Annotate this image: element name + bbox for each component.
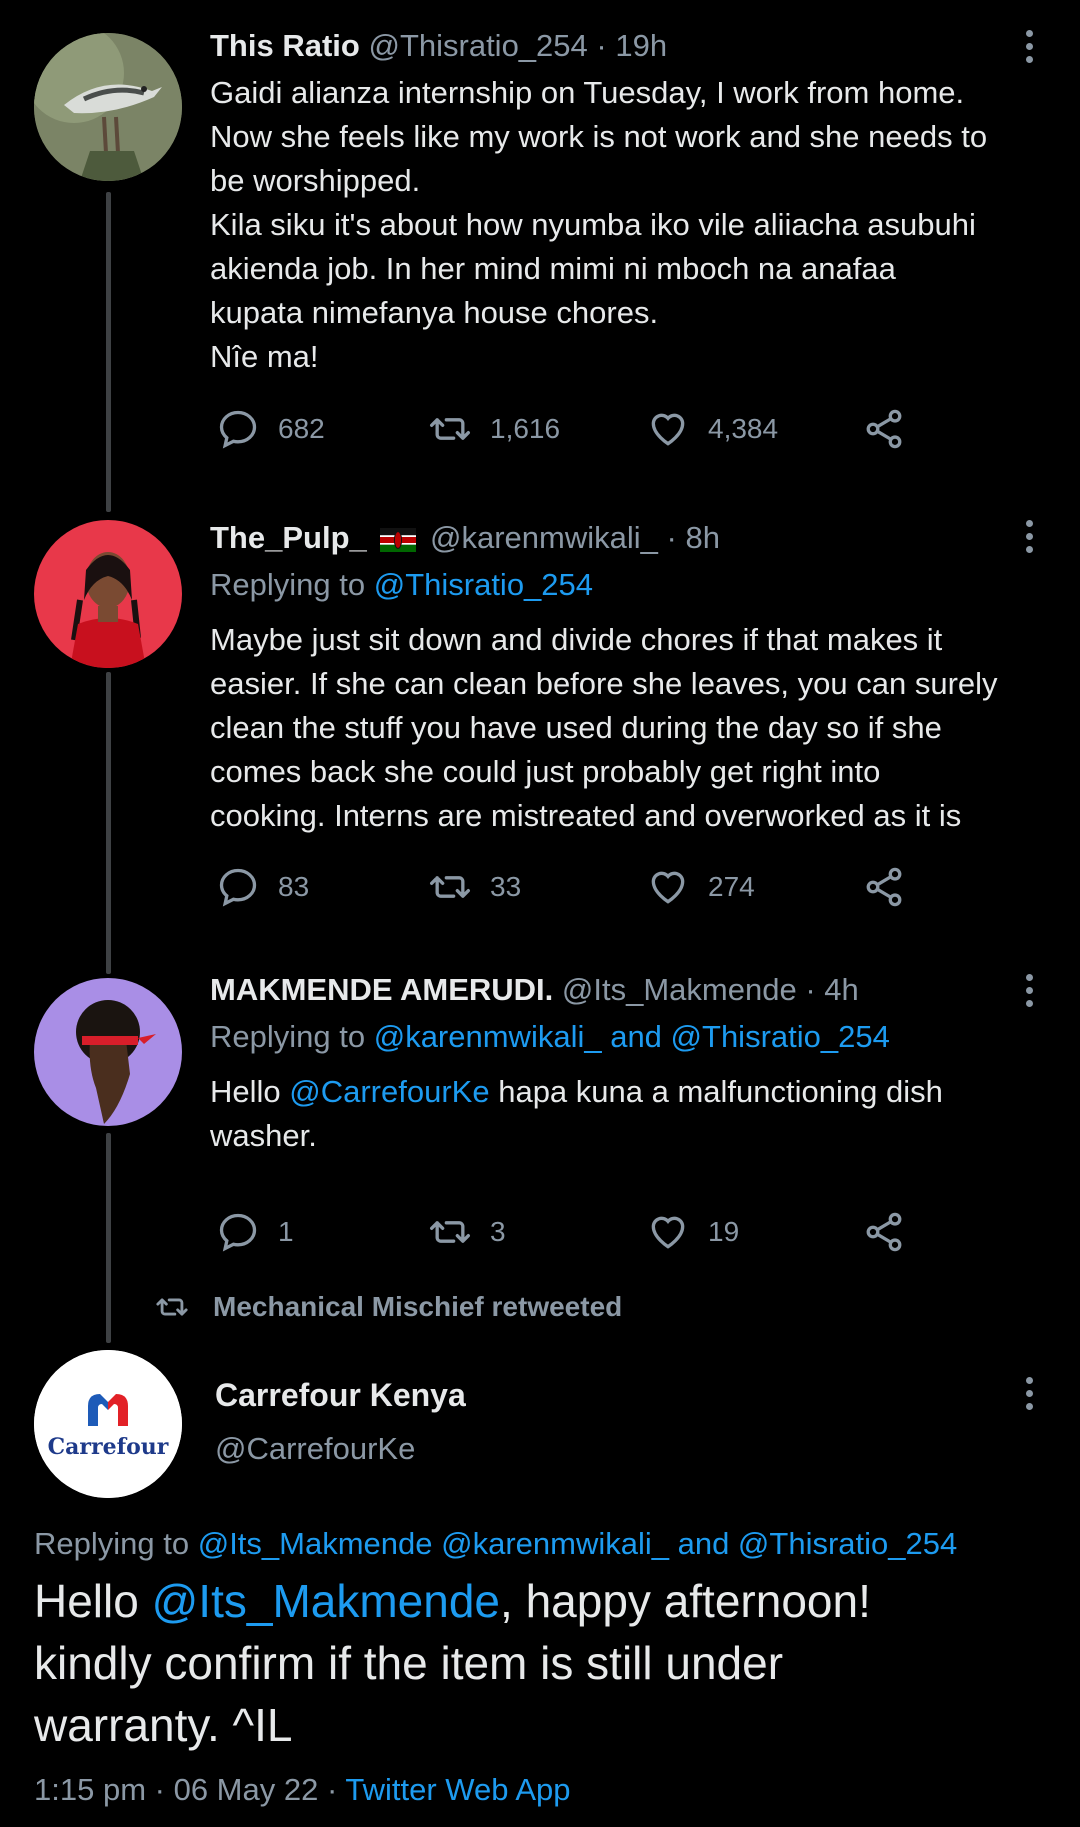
replying-to: Replying to @Its_Makmende @karenmwikali_… [34,1526,957,1562]
avatar-carrefour[interactable]: Carrefour [34,1350,182,1498]
tweet-date[interactable]: 06 May 22 [174,1772,319,1807]
mention-link[interactable]: @Its_Makmende [152,1575,500,1627]
more-icon[interactable] [1026,1377,1034,1410]
main-tweet: Carrefour Carrefour Kenya @CarrefourKe R… [0,0,1080,1827]
tweet-source[interactable]: Twitter Web App [345,1772,570,1807]
tweet-time[interactable]: 1:15 pm [34,1772,146,1807]
separator-dot: · [154,1772,174,1807]
author-name[interactable]: Carrefour Kenya [215,1377,466,1414]
separator-dot: · [326,1772,346,1807]
text-part: Hello [34,1575,152,1627]
tweet-metadata: 1:15 pm · 06 May 22 · Twitter Web App [34,1772,571,1808]
tweet-line: Hello @Its_Makmende, happy afternoon! [34,1570,1044,1632]
tweet-line: kindly confirm if the item is still unde… [34,1637,784,1689]
author-handle[interactable]: @CarrefourKe [215,1431,415,1467]
replying-label: Replying to [34,1526,198,1561]
tweet-text: Hello @Its_Makmende, happy afternoon! ki… [34,1570,1044,1756]
carrefour-logo-text: Carrefour [48,1434,169,1460]
mention-link[interactable]: @Its_Makmende @karenmwikali_ and @Thisra… [198,1526,958,1561]
text-part: , happy afternoon! [500,1575,871,1627]
tweet-line: warranty. ^IL [34,1699,293,1751]
